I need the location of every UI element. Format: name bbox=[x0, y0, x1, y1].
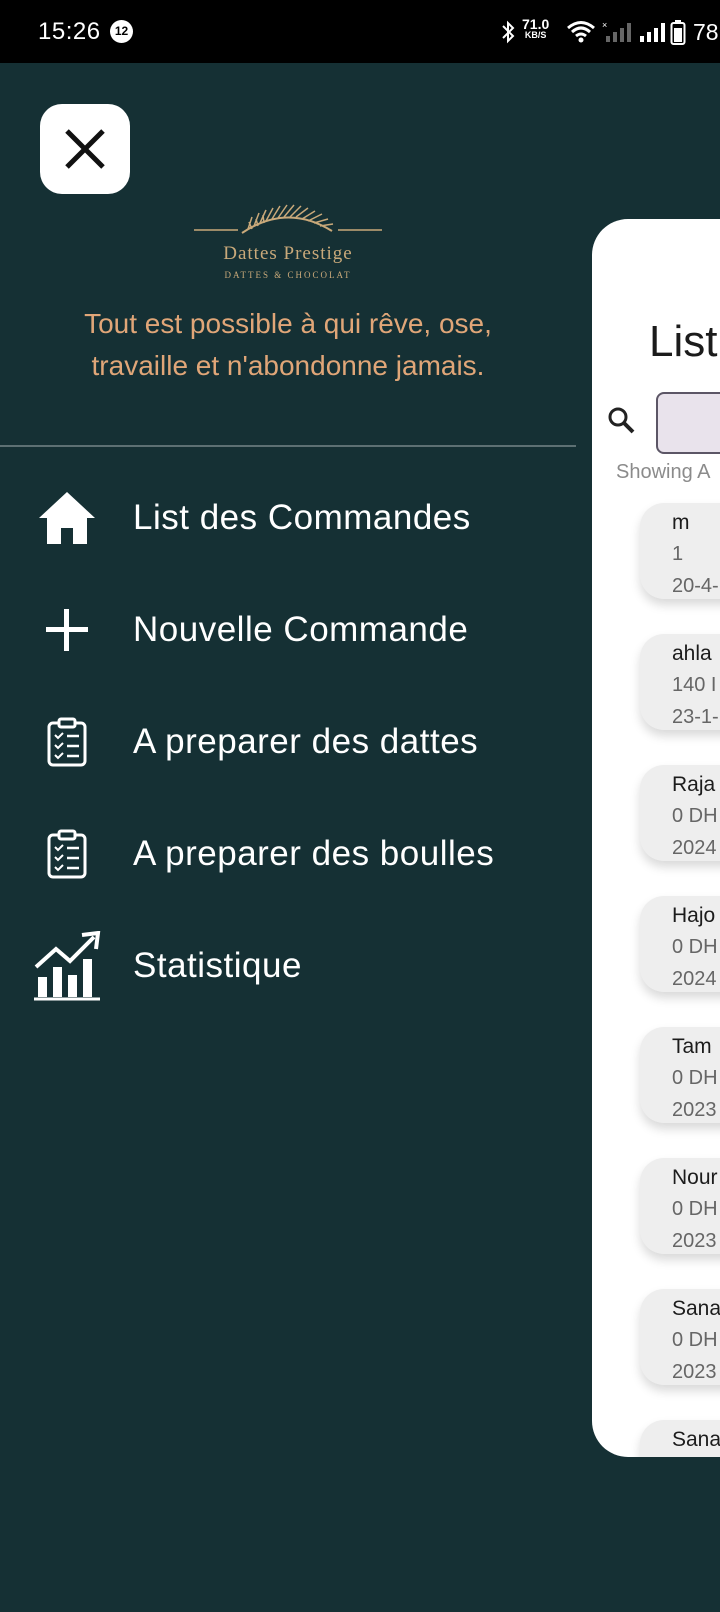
results-count-text: Showing A bbox=[616, 461, 711, 483]
nav-item-nouvelle-commande[interactable]: Nouvelle Commande bbox=[0, 580, 576, 680]
background-app-panel: List Showing A m 1 20-4- ahla 140 I 23-1… bbox=[592, 219, 720, 1457]
order-card[interactable]: Hajo 0 DH 2024 bbox=[640, 896, 720, 992]
divider bbox=[0, 445, 576, 447]
order-card[interactable]: Sana 0 DH 2023 bbox=[640, 1289, 720, 1385]
home-icon bbox=[32, 483, 102, 553]
order-card[interactable]: Sana bbox=[640, 1420, 720, 1457]
navigation-drawer: Dattes Prestige DATTES & CHOCOLAT Tout e… bbox=[0, 63, 576, 1612]
nav-item-label: Nouvelle Commande bbox=[133, 610, 469, 649]
nav-item-preparer-dattes[interactable]: A preparer des dattes bbox=[0, 692, 576, 792]
battery-percent: 78 % bbox=[693, 19, 720, 45]
search-input[interactable] bbox=[656, 392, 720, 454]
nav-item-label: List des Commandes bbox=[133, 498, 471, 537]
signal-off-icon: × bbox=[602, 20, 631, 42]
signal-icon bbox=[640, 23, 665, 42]
page-title: List bbox=[649, 317, 718, 366]
status-time: 15:26 bbox=[38, 18, 101, 45]
brand-tagline: DATTES & CHOCOLAT bbox=[224, 270, 352, 280]
order-card[interactable]: Nour 0 DH 2023 bbox=[640, 1158, 720, 1254]
order-card[interactable]: ahla 140 I 23-1- bbox=[640, 634, 720, 730]
search-icon bbox=[608, 407, 635, 434]
motivational-quote: Tout est possible à qui rêve, ose, trava… bbox=[84, 308, 492, 381]
chart-growth-icon bbox=[32, 931, 102, 1001]
close-button[interactable] bbox=[40, 104, 130, 194]
notification-count-badge: 12 bbox=[110, 20, 133, 43]
close-icon bbox=[65, 129, 105, 169]
clipboard-checklist-icon bbox=[32, 819, 102, 889]
plus-icon bbox=[32, 595, 102, 665]
nav-item-preparer-boulles[interactable]: A preparer des boulles bbox=[0, 804, 576, 904]
svg-text:×: × bbox=[602, 20, 607, 30]
clipboard-checklist-icon bbox=[32, 707, 102, 777]
battery-icon bbox=[670, 20, 686, 45]
palm-leaf-icon bbox=[194, 204, 382, 234]
order-card[interactable]: m 1 20-4- bbox=[640, 503, 720, 599]
brand-name: Dattes Prestige bbox=[223, 243, 353, 264]
nav-item-statistique[interactable]: Statistique bbox=[0, 916, 576, 1016]
order-card[interactable]: Tam 0 DH 2023 bbox=[640, 1027, 720, 1123]
nav-item-label: A preparer des boulles bbox=[133, 834, 495, 873]
nav-item-label: Statistique bbox=[133, 946, 302, 985]
status-bar: 15:26 12 71.0 KB/S × 78 bbox=[0, 0, 720, 63]
order-card[interactable]: Raja 0 DH 2024 bbox=[640, 765, 720, 861]
bluetooth-icon bbox=[502, 20, 515, 44]
wifi-icon bbox=[567, 21, 595, 43]
network-speed: 71.0 KB/S bbox=[522, 16, 550, 40]
nav-item-label: A preparer des dattes bbox=[133, 722, 479, 761]
nav-item-list-commandes[interactable]: List des Commandes bbox=[0, 468, 576, 568]
brand-logo: Dattes Prestige DATTES & CHOCOLAT bbox=[192, 143, 384, 280]
